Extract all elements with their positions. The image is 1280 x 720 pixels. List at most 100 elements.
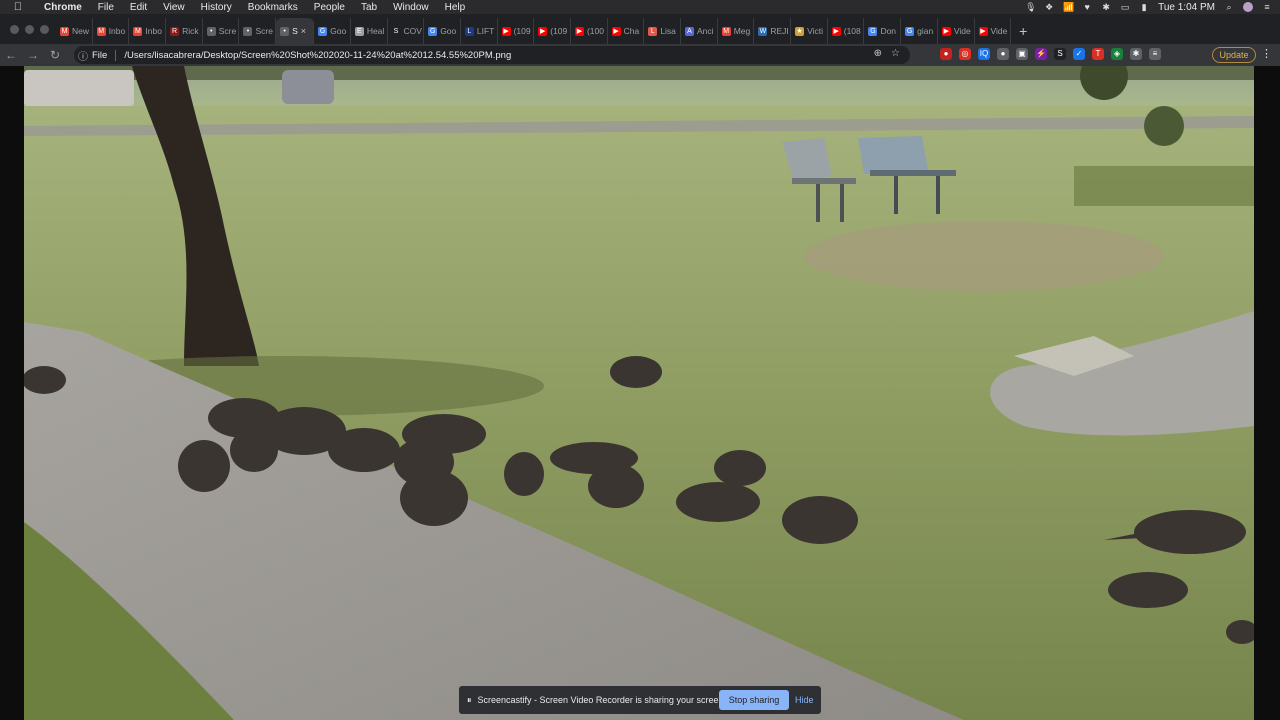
extension-icon[interactable]: ●	[940, 48, 952, 60]
tab[interactable]: ▶ (108	[828, 18, 865, 44]
tab[interactable]: W REJI	[754, 18, 792, 44]
bookmark-star-icon[interactable]: ☆	[891, 48, 900, 59]
menubar-item-history[interactable]: History	[193, 2, 240, 13]
tab-title: S	[292, 26, 298, 36]
tab-favicon-icon: ▶	[978, 26, 988, 36]
screen-share-notification: ⏸ Screencastify - Screen Video Recorder …	[459, 686, 821, 714]
forward-button[interactable]: →	[22, 44, 44, 66]
menubar-item-edit[interactable]: Edit	[122, 2, 155, 13]
tab[interactable]: M Inbo	[129, 18, 167, 44]
tab[interactable]: A Anci	[681, 18, 718, 44]
tab-title: (108	[843, 26, 861, 36]
tab[interactable]: G Goo	[424, 18, 461, 44]
extension-icon[interactable]: T	[1092, 48, 1104, 60]
menubar-menus: Chrome File Edit View History Bookmarks People…	[36, 2, 473, 13]
tab[interactable]: ▶ Cha	[608, 18, 645, 44]
back-button[interactable]: ←	[0, 44, 22, 66]
tab[interactable]: • Scre	[203, 18, 240, 44]
notification-center-icon[interactable]: ≡	[1262, 2, 1272, 12]
menubar-item-tab[interactable]: Tab	[353, 2, 385, 13]
tab[interactable]: ▶ (109	[498, 18, 535, 44]
menubar-item-window[interactable]: Window	[385, 2, 437, 13]
menubar-item-view[interactable]: View	[155, 2, 193, 13]
extension-icon[interactable]: ≡	[1149, 48, 1161, 60]
extension-icon[interactable]: ●	[997, 48, 1009, 60]
battery-icon[interactable]: ▮	[1139, 2, 1149, 12]
airplay-icon[interactable]: ▭	[1120, 2, 1130, 12]
extension-icon[interactable]: IQ	[978, 48, 990, 60]
user-avatar[interactable]	[1243, 2, 1253, 12]
extension-icon[interactable]: ✱	[1130, 48, 1142, 60]
tab-title: Don	[880, 26, 897, 36]
extension-icon[interactable]: ✓	[1073, 48, 1085, 60]
tab[interactable]: Ggian	[901, 18, 938, 44]
share-message: Screencastify - Screen Video Recorder is…	[477, 695, 726, 705]
tab-favicon-icon: G	[868, 26, 878, 36]
macos-menubar:  ChromeFileEditViewHistoryBookmarksPeop…	[0, 0, 1280, 14]
tab[interactable]: S COV	[388, 18, 425, 44]
tab[interactable]: ★ Victi	[791, 18, 828, 44]
tab[interactable]: ▶ Vide	[975, 18, 1012, 44]
close-window-button[interactable]	[10, 24, 19, 34]
tab-title: Anci	[697, 26, 714, 36]
reload-button[interactable]: ↻	[44, 44, 66, 66]
menubar-item-bookmarks[interactable]: Bookmarks	[240, 2, 306, 13]
tab-title: Goo	[440, 26, 457, 36]
tab[interactable]: ▶ (109	[534, 18, 571, 44]
tab-title: Vide	[953, 26, 971, 36]
bluetooth-icon[interactable]: ✱	[1101, 2, 1111, 12]
menubar-item-file[interactable]: File	[90, 2, 122, 13]
tab[interactable]: G Don	[864, 18, 902, 44]
menubar-item-people[interactable]: People	[306, 2, 353, 13]
tab-favicon-icon: ▶	[831, 26, 841, 36]
tab-active[interactable]: • S ×	[276, 18, 315, 44]
address-bar[interactable]: ⓘ File /Users/lisacabrera/Desktop/Screen…	[74, 46, 910, 64]
wifi-icon[interactable]: 📶	[1063, 2, 1074, 12]
tab[interactable]: • Scre	[239, 18, 277, 44]
update-button[interactable]: Update	[1212, 47, 1256, 63]
tab[interactable]: M New	[56, 18, 93, 44]
hide-button[interactable]: Hide	[795, 690, 814, 710]
tab-title: Cha	[623, 26, 640, 36]
tab-favicon-icon: G	[428, 26, 438, 36]
heart-icon[interactable]: ♥	[1082, 2, 1092, 12]
url-text[interactable]: /Users/lisacabrera/Desktop/Screen%20Shot…	[124, 50, 511, 61]
extension-icon[interactable]: ◈	[1111, 48, 1123, 60]
tab-favicon-icon: ▶	[501, 26, 511, 36]
site-info-icon[interactable]: ⓘ	[74, 48, 92, 63]
spotlight-search-icon[interactable]: ⌕	[1224, 2, 1234, 12]
tab-title: Vide	[990, 26, 1008, 36]
tab[interactable]: M Meg	[718, 18, 755, 44]
menubar-item-chrome[interactable]: Chrome	[36, 2, 90, 13]
kebab-menu-icon[interactable]: ⋮	[1261, 47, 1272, 60]
new-tab-button[interactable]: +	[1011, 18, 1035, 44]
extension-icon[interactable]: ▣	[1016, 48, 1028, 60]
tab-favicon-icon: S	[391, 26, 401, 36]
close-tab-icon[interactable]: ×	[301, 26, 306, 36]
extension-icon[interactable]: ⚡	[1035, 48, 1047, 60]
apple-icon[interactable]: 	[0, 1, 36, 13]
tab[interactable]: L Lisa	[644, 18, 681, 44]
dropbox-icon[interactable]: ❖	[1044, 2, 1054, 12]
tab[interactable]: M Inbo	[93, 18, 130, 44]
zoom-window-button[interactable]	[40, 24, 49, 34]
zoom-icon[interactable]: ⊕	[874, 48, 882, 59]
tab-title: Meg	[733, 26, 751, 36]
tab[interactable]: E Heal	[351, 18, 388, 44]
tab[interactable]: ▶ Vide	[938, 18, 975, 44]
tab-favicon-icon: W	[758, 26, 768, 36]
tab[interactable]: ▶ (100	[571, 18, 608, 44]
tab[interactable]: R Rick	[166, 18, 203, 44]
pause-icon: ⏸	[467, 694, 472, 705]
tab-title: Scre	[255, 26, 273, 36]
tab[interactable]: G Goo	[314, 18, 351, 44]
tab[interactable]: L LIFT	[461, 18, 498, 44]
menubar-item-help[interactable]: Help	[437, 2, 474, 13]
extension-icon[interactable]: S	[1054, 48, 1066, 60]
tab-favicon-icon: E	[354, 26, 364, 36]
stop-sharing-button[interactable]: Stop sharing	[719, 690, 789, 710]
minimize-window-button[interactable]	[25, 24, 34, 34]
extension-icon[interactable]: ◎	[959, 48, 971, 60]
microphone-icon[interactable]: 🎙	[1025, 2, 1036, 12]
menubar-clock[interactable]: Tue 1:04 PM	[1158, 2, 1215, 13]
